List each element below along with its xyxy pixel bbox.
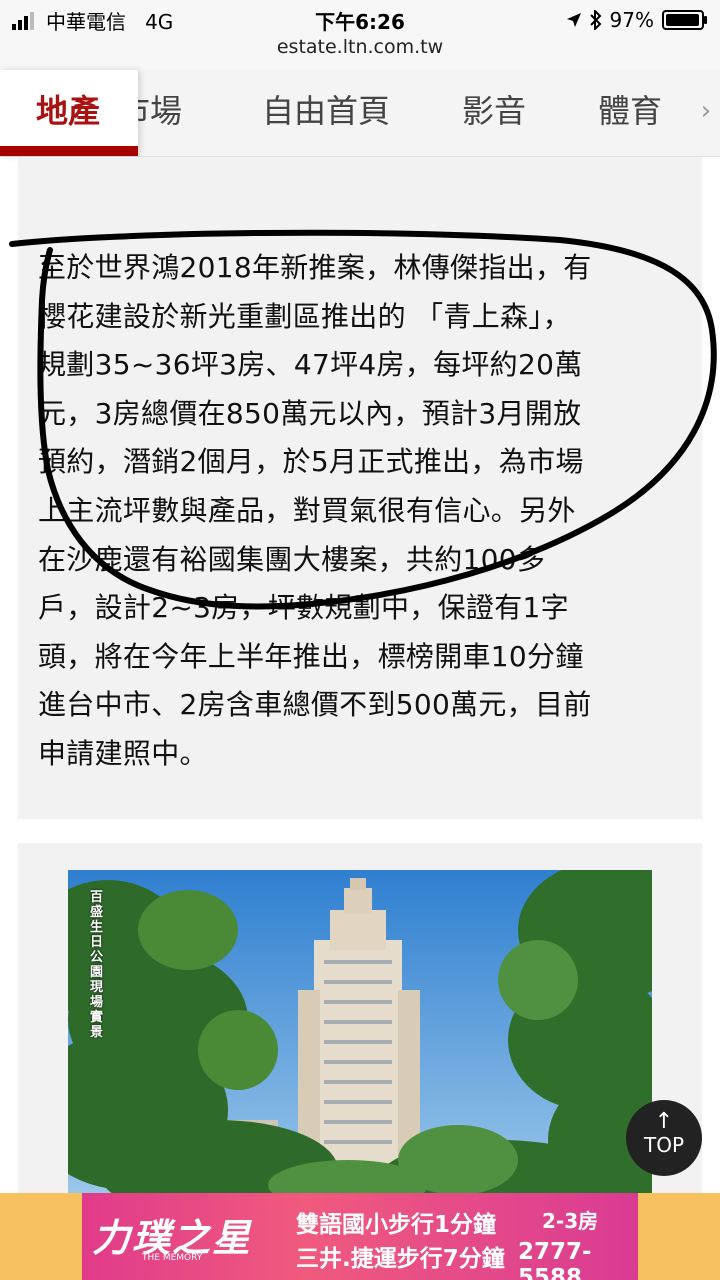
- location-arrow-icon: [566, 13, 581, 27]
- article-line: 元，3房總價在850萬元以內，預計3月開放: [38, 396, 582, 430]
- address-bar-url[interactable]: estate.ltn.com.tw: [0, 36, 720, 58]
- back-to-top-button[interactable]: ↑ TOP: [626, 1100, 702, 1176]
- photo-caption-vertical: 百盛生日公園現場實景: [90, 890, 104, 1040]
- battery-percent: 97%: [609, 8, 654, 32]
- article-line: 進台中市、2房含車總價不到500萬元，目前: [38, 688, 592, 722]
- ad-banner[interactable]: 力璞之星 THE MEMORY 雙語國小步行1分鐘 三井.捷運步行7分鐘 2-3…: [0, 1193, 720, 1280]
- ad-phone-number: 2777-5588: [518, 1239, 592, 1280]
- battery-icon: [662, 10, 707, 30]
- tab-real-estate[interactable]: 地產: [36, 70, 100, 156]
- bluetooth-icon: [589, 10, 601, 30]
- category-nav: 市場 地產 自由首頁 影音 體育 ›: [0, 70, 720, 157]
- article-line: 頭，將在今年上半年推出，標榜開車10分鐘: [38, 639, 584, 673]
- arrow-up-icon: ↑: [654, 1109, 674, 1134]
- tab-sports[interactable]: 體育: [598, 70, 662, 156]
- tab-video[interactable]: 影音: [462, 70, 526, 156]
- status-bar: 中華電信 4G 下午6:26 97% estate.ltn.com.tw: [0, 0, 720, 70]
- active-tab-indicator: [0, 146, 138, 156]
- ad-logo-sub: THE MEMORY: [142, 1253, 203, 1263]
- ad-headline-2: 三井.捷運步行7分鐘: [296, 1246, 505, 1272]
- article-line: 櫻花建設於新光重劃區推出的 「青上森」，: [38, 299, 571, 333]
- article-line: 申請建照中。: [38, 736, 208, 770]
- article-line: 在沙鹿還有裕國集團大樓案，共約100多: [38, 542, 546, 576]
- tab-ltn-home[interactable]: 自由首頁: [262, 70, 390, 156]
- ad-creative[interactable]: 力璞之星 THE MEMORY 雙語國小步行1分鐘 三井.捷運步行7分鐘 2-3…: [82, 1193, 638, 1280]
- building-photo[interactable]: [68, 870, 652, 1200]
- article-body: 至於世界鴻2018年新推案，林傳傑指出，有 櫻花建設於新光重劃區推出的 「青上森…: [38, 244, 688, 779]
- article-line: 至於世界鴻2018年新推案，林傳傑指出，有: [38, 251, 592, 284]
- ad-room-types: 2-3房: [542, 1209, 599, 1233]
- chevron-right-icon[interactable]: ›: [692, 70, 720, 156]
- article-line: 規劃35~36坪3房、47坪4房，每坪約20萬: [38, 348, 583, 382]
- ad-headline-1: 雙語國小步行1分鐘: [296, 1212, 497, 1238]
- article-line: 上主流坪數與產品，對買氣很有信心。另外: [38, 493, 576, 527]
- article-line: 戶，設計2~3房，坪數規劃中，保證有1字: [38, 591, 569, 625]
- article-line: 預約，潛銷2個月，於5月正式推出，為市場: [38, 445, 584, 479]
